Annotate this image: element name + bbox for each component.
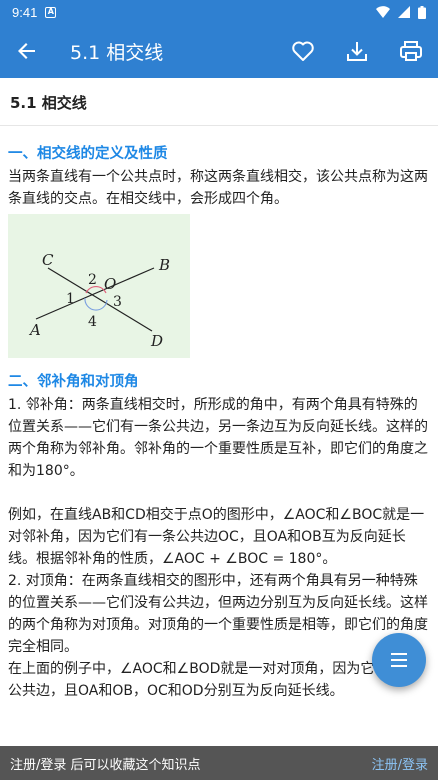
angle-label-4: 4 bbox=[88, 314, 97, 330]
intersecting-lines-figure: C B A D O 1 2 3 4 bbox=[8, 214, 190, 358]
section-heading-angles: 二、邻补角和对顶角 bbox=[8, 374, 139, 390]
article-body: 一、相交线的定义及性质 当两条直线有一个公共点时，称这两条直线相交，该公共点称为… bbox=[0, 126, 438, 702]
section-heading-definition: 一、相交线的定义及性质 bbox=[8, 146, 168, 162]
print-icon bbox=[400, 41, 422, 61]
angle-label-2: 2 bbox=[88, 272, 97, 288]
paragraph: 在上面的例子中，∠AOC和∠BOD就是一对对顶角，因为它们没有公共边，且OA和O… bbox=[8, 661, 417, 699]
status-time: 9:41 bbox=[12, 4, 38, 20]
download-button[interactable] bbox=[330, 24, 384, 78]
heart-icon bbox=[292, 41, 314, 61]
label-b: B bbox=[158, 256, 170, 274]
table-of-contents-button[interactable] bbox=[372, 633, 426, 687]
favorite-button[interactable] bbox=[276, 24, 330, 78]
status-icons bbox=[376, 5, 426, 19]
list-icon bbox=[391, 653, 407, 667]
angle-label-3: 3 bbox=[113, 294, 122, 310]
paragraph: 1. 邻补角：两条直线相交时，所形成的角中，有两个角具有特殊的位置关系——它们有… bbox=[8, 397, 428, 479]
login-prompt-text: 注册/登录 后可以收藏这个知识点 bbox=[10, 757, 201, 773]
label-o: O bbox=[104, 275, 116, 293]
login-prompt-bar: 注册/登录 后可以收藏这个知识点 注册/登录 bbox=[0, 746, 438, 780]
paragraph: 当两条直线有一个公共点时，称这两条直线相交，该公共点称为这两条直线的交点。在相交… bbox=[8, 169, 428, 207]
figure-svg: C B A D O 1 2 3 4 bbox=[28, 251, 170, 350]
app-bar-actions bbox=[276, 24, 438, 78]
angle-label-1: 1 bbox=[66, 291, 75, 307]
page-title: 5.1 相交线 bbox=[0, 78, 438, 126]
notification-icon: A bbox=[45, 6, 57, 18]
angle-arc bbox=[84, 297, 108, 311]
print-button[interactable] bbox=[384, 24, 438, 78]
login-link[interactable]: 注册/登录 bbox=[372, 754, 428, 773]
download-icon bbox=[347, 42, 367, 61]
back-button[interactable] bbox=[0, 24, 54, 78]
line-cd bbox=[47, 267, 153, 332]
label-d: D bbox=[150, 332, 163, 350]
article-content[interactable]: 5.1 相交线 一、相交线的定义及性质 当两条直线有一个公共点时，称这两条直线相… bbox=[0, 78, 438, 746]
battery-icon bbox=[418, 5, 426, 19]
app-bar: 5.1 相交线 bbox=[0, 24, 438, 78]
paragraph: 例如，在直线AB和CD相交于点O的图形中，∠AOC和∠BOC就是一对邻补角，因为… bbox=[8, 507, 425, 567]
label-a: A bbox=[28, 321, 41, 339]
paragraph: 2. 对顶角：在两条直线相交的图形中，还有两个角具有另一种特殊的位置关系——它们… bbox=[8, 573, 428, 655]
label-c: C bbox=[42, 251, 54, 269]
status-bar: 9:41 A bbox=[0, 0, 438, 24]
wifi-icon bbox=[376, 6, 390, 18]
arrow-back-icon bbox=[18, 43, 35, 59]
signal-icon bbox=[398, 6, 410, 18]
app-bar-title: 5.1 相交线 bbox=[70, 41, 164, 64]
